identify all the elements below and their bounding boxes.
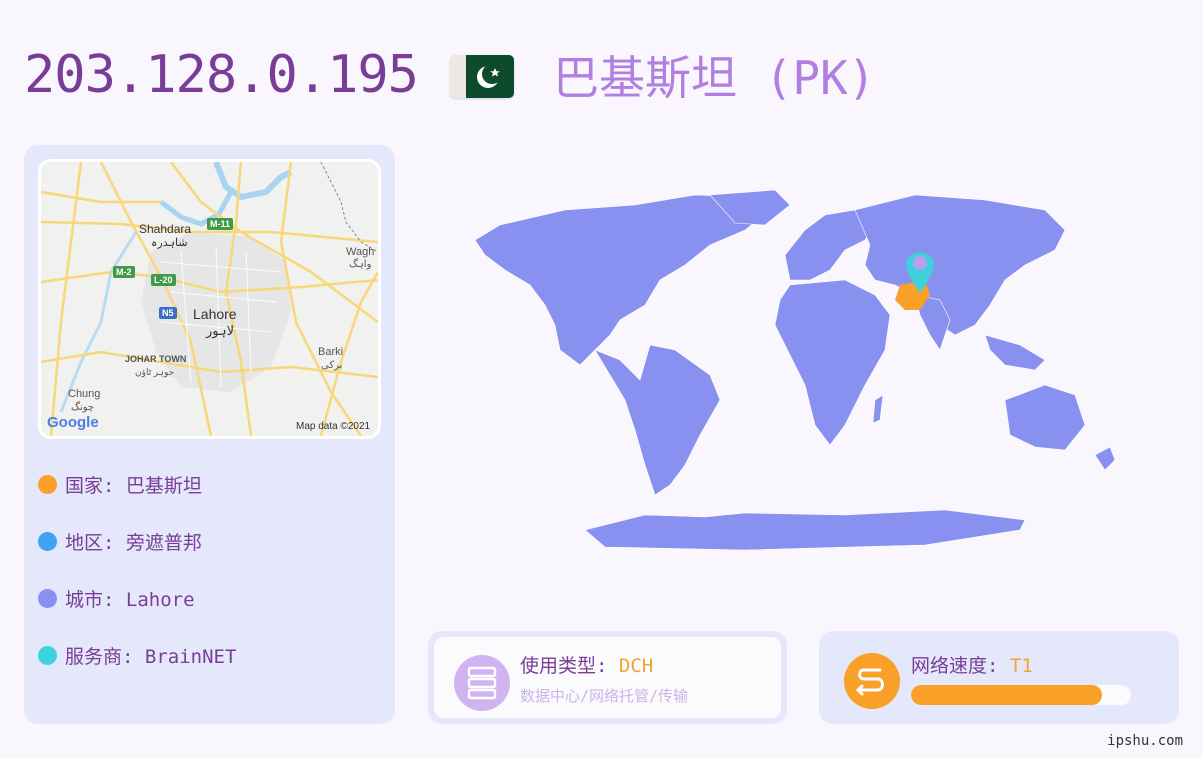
map-attribution: Map data ©2021: [296, 421, 371, 432]
ip-address: 203.128.0.195: [24, 45, 419, 105]
road-badge-l20: L-20: [151, 274, 176, 286]
map-label-chung: Chung: [68, 388, 101, 400]
map-label-johar-town: JOHAR TOWN: [125, 354, 187, 364]
map-label-barki: Barki: [318, 346, 344, 358]
country-dot-icon: [38, 475, 57, 494]
info-city: 城市: Lahore: [38, 585, 195, 612]
speed-icon: [844, 653, 900, 709]
google-logo: Google: [47, 414, 99, 431]
usage-type-description: 数据中心/网络托管/传输: [520, 687, 689, 705]
map-label-wagha: Wagh: [346, 246, 375, 258]
speed-progress-fill: [911, 685, 1103, 705]
world-map: [445, 185, 1165, 555]
location-panel: Shahdara شاہدرہ Lahore لاہور Wagh واہگ B…: [24, 145, 395, 724]
info-region: 地区: 旁遮普邦: [38, 528, 202, 555]
road-badge-m2: M-2: [113, 266, 135, 278]
server-icon: [454, 655, 510, 711]
city-label: 城市:: [65, 589, 115, 611]
map-label-johar-town-ur: جوہر ٹاؤن: [135, 367, 175, 377]
map-label-shahdara-ur: شاہدرہ: [151, 237, 188, 249]
network-speed-card: 网络速度: T1: [819, 631, 1179, 724]
map-label-chung-ur: چونگ: [71, 402, 95, 413]
city-dot-icon: [38, 589, 57, 608]
map-label-shahdara: Shahdara: [139, 222, 192, 236]
isp-value: BrainNET: [144, 646, 237, 668]
road-badge-m11: M-11: [207, 218, 234, 230]
usage-type-card: 使用类型: DCH 数据中心/网络托管/传输: [428, 631, 787, 724]
map-label-barki-ur: برکی: [321, 360, 343, 371]
info-isp: 服务商: BrainNET: [38, 642, 236, 669]
region-label: 地区:: [65, 532, 115, 554]
map-label-lahore: Lahore: [193, 306, 237, 322]
usage-type-value: DCH: [618, 655, 654, 677]
site-watermark[interactable]: ipshu.com: [1107, 733, 1183, 749]
network-speed-value: T1: [1009, 655, 1033, 677]
country-label: 国家:: [65, 475, 115, 497]
speed-progress-bar: [911, 685, 1131, 705]
isp-dot-icon: [38, 646, 57, 665]
country-title: 巴基斯坦 (PK): [553, 51, 876, 105]
map-label-lahore-ur: لاہور: [206, 323, 235, 338]
usage-type-label: 使用类型: DCH: [520, 655, 654, 677]
pakistan-flag: [450, 55, 514, 98]
city-map[interactable]: Shahdara شاہدرہ Lahore لاہور Wagh واہگ B…: [38, 159, 381, 439]
info-country: 国家: 巴基斯坦: [38, 471, 202, 498]
isp-label: 服务商:: [65, 646, 134, 668]
map-label-wagha-ur: واہگ: [349, 259, 372, 270]
road-badge-n5: N5: [159, 307, 177, 319]
city-value: Lahore: [125, 589, 195, 611]
network-speed-label: 网络速度: T1: [911, 655, 1033, 677]
region-value: 旁遮普邦: [125, 532, 202, 554]
country-value: 巴基斯坦: [125, 475, 202, 497]
region-dot-icon: [38, 532, 57, 551]
